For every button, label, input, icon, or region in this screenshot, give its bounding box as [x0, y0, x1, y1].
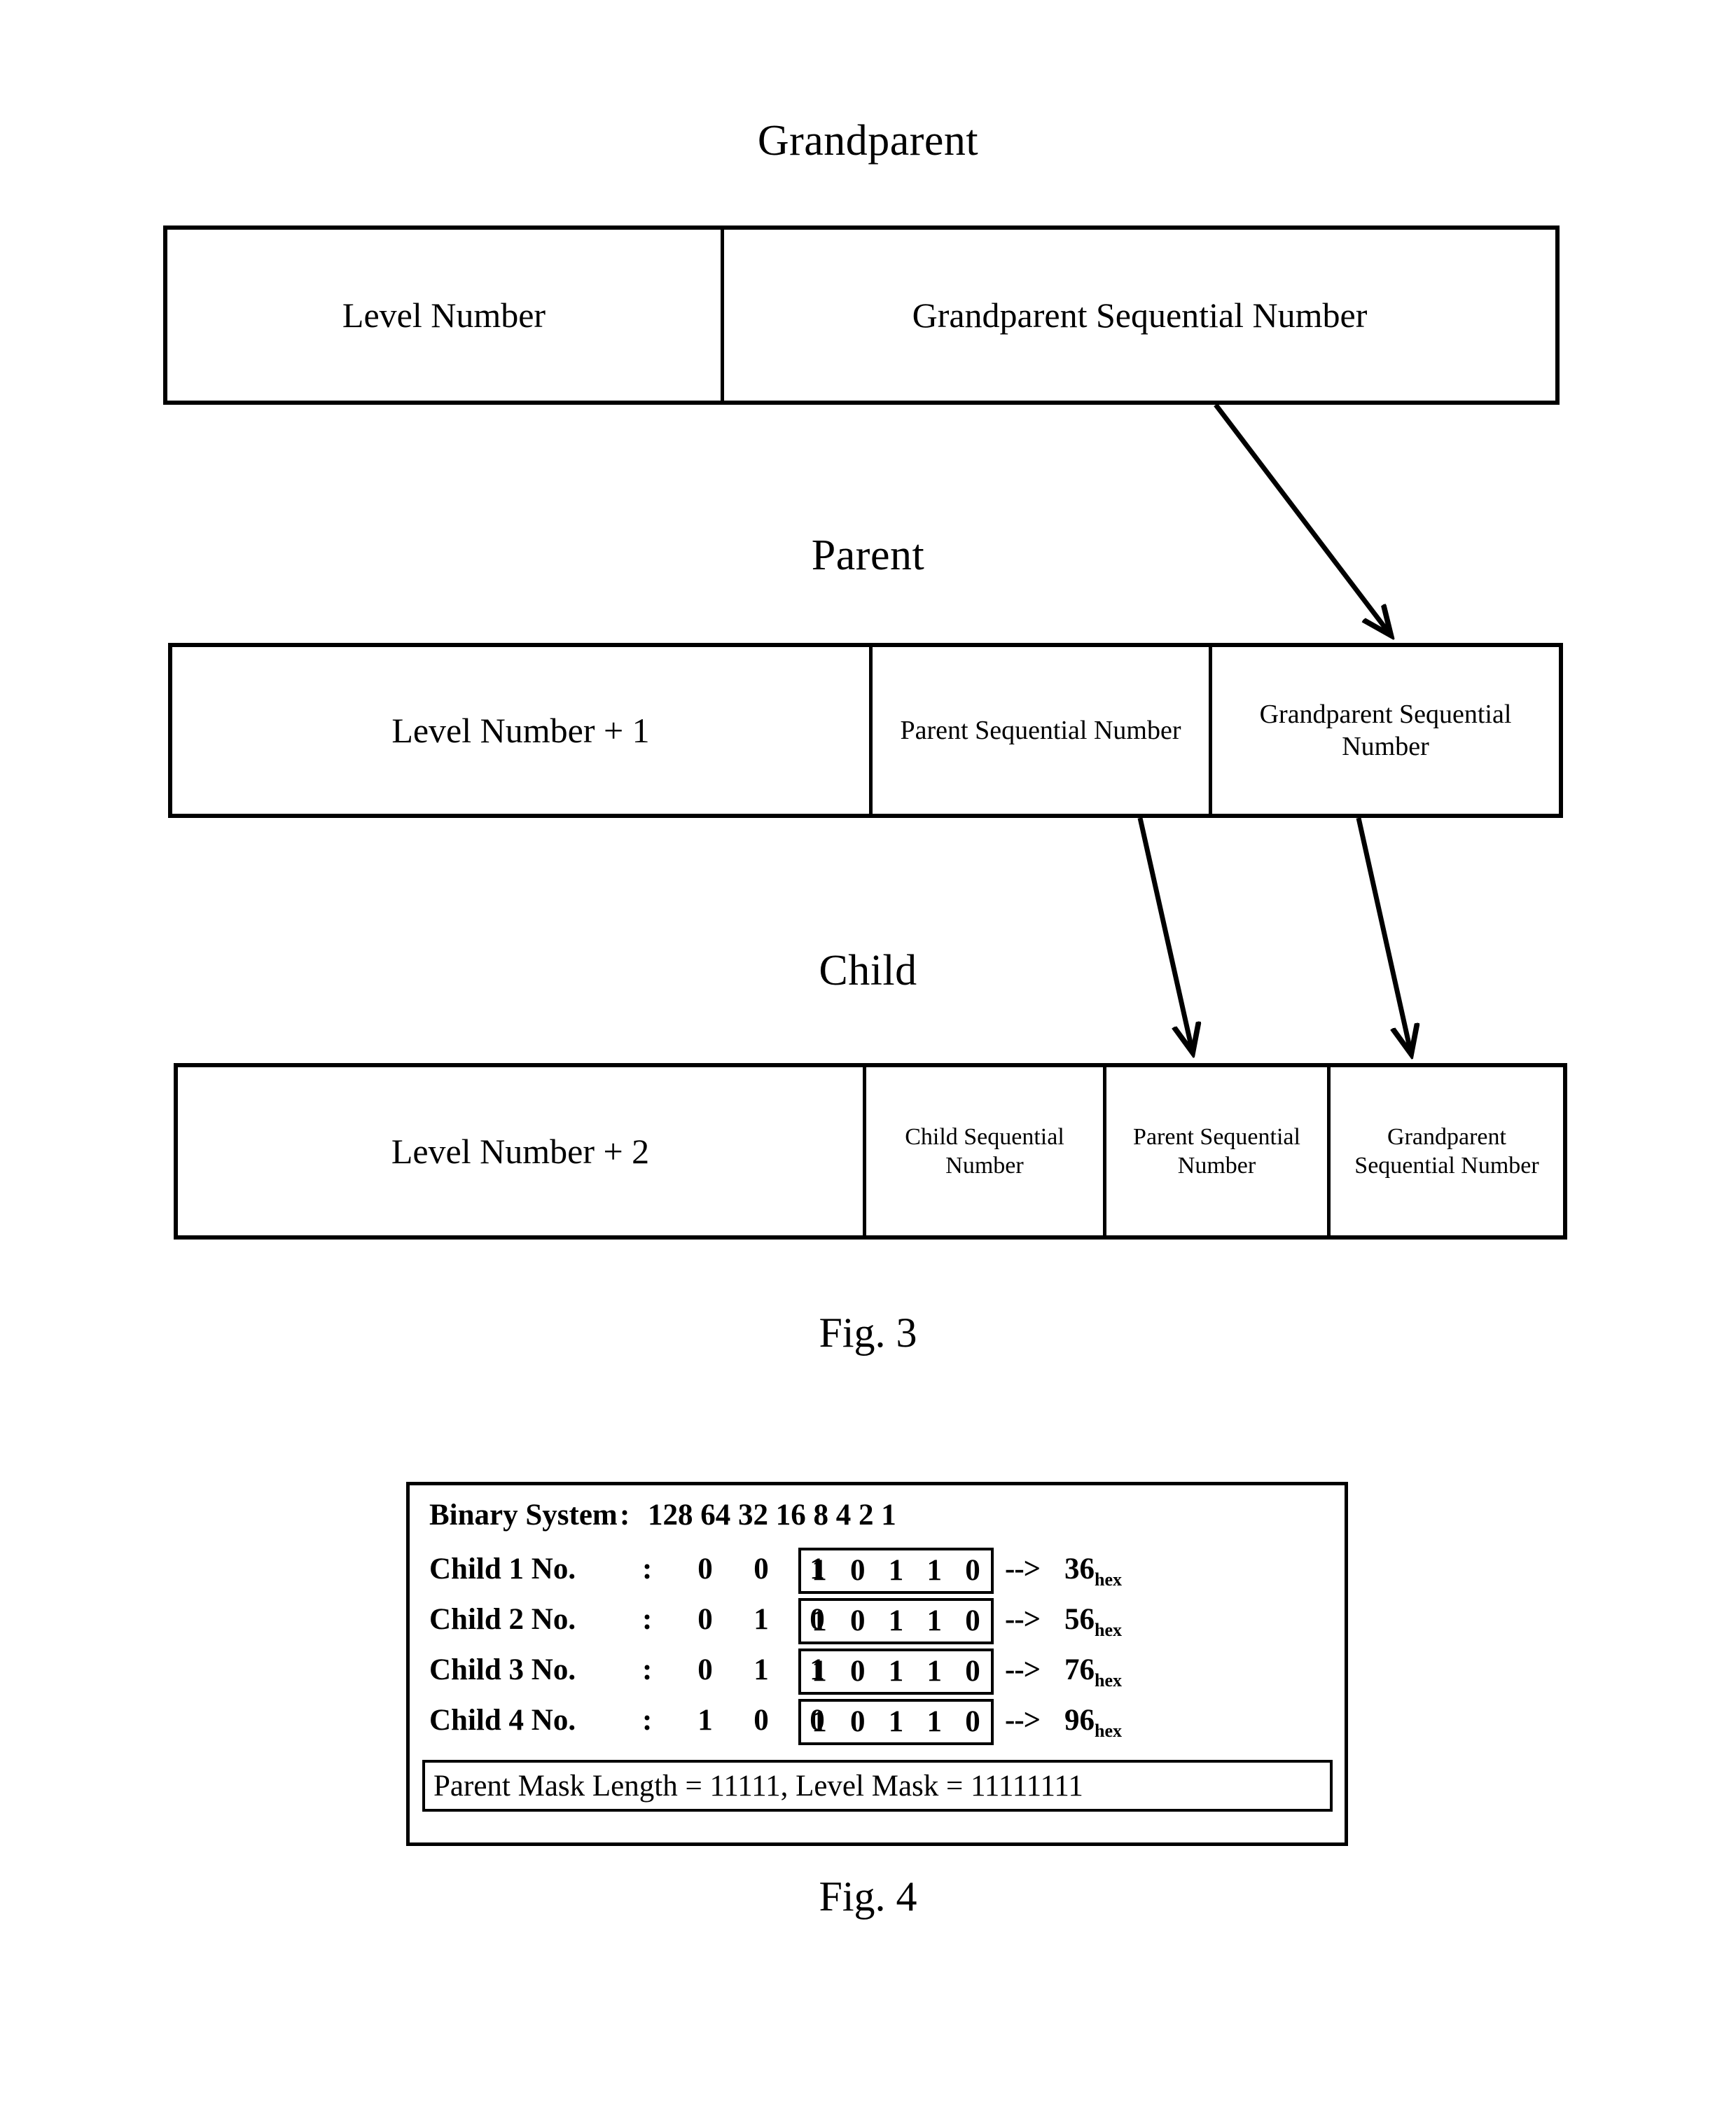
child-2-bit-1: 1: [754, 1603, 769, 1636]
binary-system-label: Binary System: [429, 1499, 618, 1532]
child-3-boxed-bit-1: 0: [850, 1655, 866, 1688]
grandparent-cell-sequential-number: Grandparent Sequential Number: [721, 230, 1555, 401]
child-4-boxed-bit-0: 1: [812, 1705, 827, 1738]
parent-title: Parent: [811, 532, 925, 579]
child-4-row: Child 4 No. : 1 0 0 1 0 1 1 0 --> 96hex: [410, 1699, 1345, 1747]
child-2-colon: :: [642, 1603, 653, 1636]
child-2-boxed-bit-3: 1: [926, 1604, 943, 1637]
grandparent-record-box: Level Number Grandparent Sequential Numb…: [163, 225, 1560, 405]
parent-cell-level-number: Level Number + 1: [391, 710, 650, 750]
child-1-arrow-glyph: -->: [1005, 1553, 1041, 1585]
child-4-bit-0: 1: [697, 1704, 713, 1737]
child-2-row: Child 2 No. : 0 1 0 1 0 1 1 0 --> 56hex: [410, 1598, 1345, 1646]
child-2-hex-value: 56hex: [1064, 1602, 1122, 1640]
arrow-parent-seq-to-child: [1137, 817, 1192, 1049]
child-4-hex-suffix: hex: [1095, 1721, 1122, 1741]
parent-cell-grandparent-sequential-number: Grandparent Sequential Number: [1209, 647, 1559, 814]
child-2-boxed-bit-2: 1: [888, 1604, 904, 1637]
child-3-hex-value: 76hex: [1064, 1653, 1122, 1691]
child-4-hex-value: 96hex: [1064, 1703, 1122, 1741]
child-3-row: Child 3 No. : 0 1 1 1 0 1 1 0 --> 76hex: [410, 1649, 1345, 1696]
child-cell-level-number: Level Number + 2: [391, 1131, 650, 1171]
child-4-colon: :: [642, 1704, 653, 1737]
child-4-hex-digits: 96: [1064, 1704, 1095, 1737]
figure-4-panel: Binary System : 128 64 32 16 8 4 2 1 Chi…: [406, 1482, 1348, 1846]
child-title: Child: [819, 947, 917, 994]
child-1-bit-0: 0: [697, 1553, 713, 1585]
child-3-boxed-bit-3: 1: [926, 1655, 943, 1688]
child-4-boxed-bit-4: 0: [965, 1705, 980, 1738]
child-1-hex-suffix: hex: [1095, 1569, 1122, 1590]
child-1-colon: :: [642, 1553, 653, 1585]
child-3-hex-digits: 76: [1064, 1653, 1095, 1686]
child-4-boxed-bits: 1 0 1 1 0: [798, 1699, 994, 1745]
grandparent-cell-level-number: Level Number: [342, 295, 546, 335]
child-4-boxed-bit-1: 0: [850, 1705, 866, 1738]
child-2-arrow-glyph: -->: [1005, 1603, 1041, 1636]
child-2-hex-digits: 56: [1064, 1603, 1095, 1636]
child-1-bit-1: 0: [754, 1553, 769, 1585]
child-1-boxed-bit-4: 0: [965, 1554, 980, 1587]
binary-weights: 128 64 32 16 8 4 2 1: [648, 1499, 896, 1532]
figure-4-caption: Fig. 4: [819, 1873, 917, 1920]
child-cell-grandparent-sequential-number: Grandparent Sequential Number: [1327, 1067, 1563, 1235]
child-3-bit-0: 0: [697, 1653, 713, 1686]
child-2-hex-suffix: hex: [1095, 1620, 1122, 1640]
child-2-boxed-bit-1: 0: [850, 1604, 866, 1637]
child-1-boxed-bit-3: 1: [926, 1554, 943, 1587]
binary-system-colon: :: [620, 1499, 630, 1532]
child-4-boxed-bit-2: 1: [888, 1705, 904, 1738]
mask-note-box: Parent Mask Length = 11111, Level Mask =…: [422, 1760, 1333, 1812]
child-3-boxed-bit-2: 1: [888, 1655, 904, 1688]
child-2-boxed-bit-4: 0: [965, 1604, 980, 1637]
binary-system-header-row: Binary System : 128 64 32 16 8 4 2 1: [410, 1498, 1345, 1541]
child-1-row: Child 1 No. : 0 0 1 1 0 1 1 0 --> 36hex: [410, 1548, 1345, 1595]
child-3-colon: :: [642, 1653, 653, 1686]
child-record-box: Level Number + 2 Child Sequential Number…: [174, 1063, 1567, 1240]
child-4-label: Child 4 No.: [429, 1704, 576, 1737]
child-1-hex-digits: 36: [1064, 1553, 1095, 1585]
child-3-boxed-bit-4: 0: [965, 1655, 980, 1688]
child-1-boxed-bit-0: 1: [812, 1554, 827, 1587]
parent-record-box: Level Number + 1 Parent Sequential Numbe…: [168, 643, 1563, 818]
parent-cell-parent-sequential-number: Parent Sequential Number: [869, 647, 1209, 814]
child-4-bit-1: 0: [754, 1704, 769, 1737]
child-2-label: Child 2 No.: [429, 1603, 576, 1636]
child-3-arrow-glyph: -->: [1005, 1653, 1041, 1686]
child-2-boxed-bit-0: 1: [812, 1604, 827, 1637]
child-3-boxed-bit-0: 1: [812, 1655, 827, 1688]
child-3-label: Child 3 No.: [429, 1653, 576, 1686]
child-3-boxed-bits: 1 0 1 1 0: [798, 1649, 994, 1695]
child-1-boxed-bits: 1 0 1 1 0: [798, 1548, 994, 1594]
child-2-bit-0: 0: [697, 1603, 713, 1636]
child-cell-child-sequential-number: Child Sequential Number: [863, 1067, 1103, 1235]
figure-3-caption: Fig. 3: [819, 1310, 917, 1356]
child-1-boxed-bit-2: 1: [888, 1554, 904, 1587]
child-1-label: Child 1 No.: [429, 1553, 576, 1585]
child-4-boxed-bit-3: 1: [926, 1705, 943, 1738]
child-1-hex-value: 36hex: [1064, 1552, 1122, 1590]
arrow-grandparent-seq-to-child: [1356, 817, 1410, 1050]
child-cell-parent-sequential-number: Parent Sequential Number: [1103, 1067, 1327, 1235]
child-1-boxed-bit-1: 0: [850, 1554, 866, 1587]
child-2-boxed-bits: 1 0 1 1 0: [798, 1598, 994, 1644]
child-4-arrow-glyph: -->: [1005, 1704, 1041, 1737]
arrow-grandparent-to-parent: [1214, 403, 1389, 632]
grandparent-title: Grandparent: [757, 117, 979, 165]
child-3-hex-suffix: hex: [1095, 1670, 1122, 1691]
child-3-bit-1: 1: [754, 1653, 769, 1686]
